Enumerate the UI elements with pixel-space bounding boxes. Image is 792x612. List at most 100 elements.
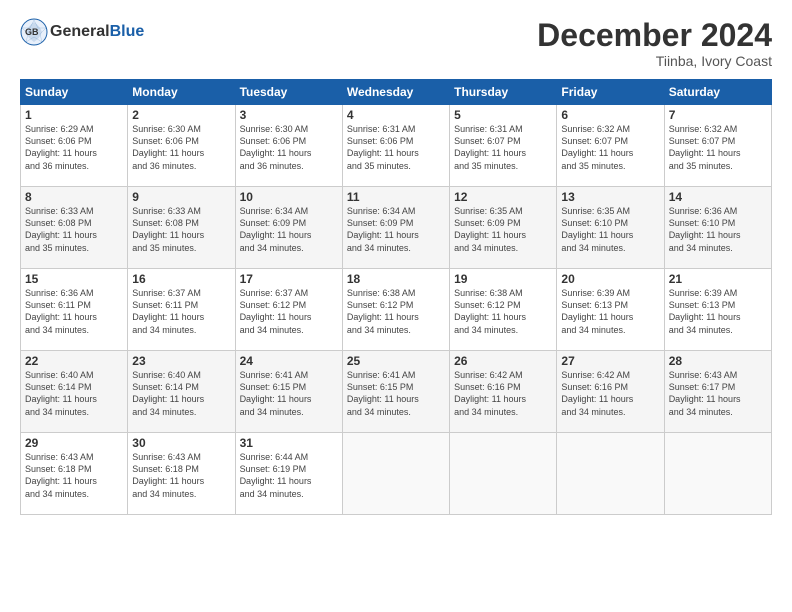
logo-icon: GB: [20, 18, 48, 46]
logo-text: GeneralBlue: [50, 23, 144, 41]
day-number: 25: [347, 354, 445, 368]
calendar-cell: 3Sunrise: 6:30 AM Sunset: 6:06 PM Daylig…: [235, 105, 342, 187]
calendar-cell: [450, 433, 557, 515]
day-detail: Sunrise: 6:30 AM Sunset: 6:06 PM Dayligh…: [240, 123, 338, 172]
day-detail: Sunrise: 6:35 AM Sunset: 6:09 PM Dayligh…: [454, 205, 552, 254]
calendar-cell: 8Sunrise: 6:33 AM Sunset: 6:08 PM Daylig…: [21, 187, 128, 269]
calendar-table: Sunday Monday Tuesday Wednesday Thursday…: [20, 79, 772, 515]
calendar-cell: 25Sunrise: 6:41 AM Sunset: 6:15 PM Dayli…: [342, 351, 449, 433]
day-number: 2: [132, 108, 230, 122]
page: GB GeneralBlue December 2024 Tiinba, Ivo…: [0, 0, 792, 612]
calendar-cell: [557, 433, 664, 515]
logo-blue: Blue: [110, 23, 145, 40]
calendar-cell: 18Sunrise: 6:38 AM Sunset: 6:12 PM Dayli…: [342, 269, 449, 351]
day-number: 1: [25, 108, 123, 122]
calendar-cell: 31Sunrise: 6:44 AM Sunset: 6:19 PM Dayli…: [235, 433, 342, 515]
calendar-cell: 26Sunrise: 6:42 AM Sunset: 6:16 PM Dayli…: [450, 351, 557, 433]
day-detail: Sunrise: 6:43 AM Sunset: 6:18 PM Dayligh…: [132, 451, 230, 500]
day-number: 26: [454, 354, 552, 368]
day-detail: Sunrise: 6:36 AM Sunset: 6:10 PM Dayligh…: [669, 205, 767, 254]
logo-general: General: [50, 23, 110, 40]
col-saturday: Saturday: [664, 80, 771, 105]
calendar-cell: 7Sunrise: 6:32 AM Sunset: 6:07 PM Daylig…: [664, 105, 771, 187]
day-detail: Sunrise: 6:36 AM Sunset: 6:11 PM Dayligh…: [25, 287, 123, 336]
col-monday: Monday: [128, 80, 235, 105]
day-detail: Sunrise: 6:34 AM Sunset: 6:09 PM Dayligh…: [240, 205, 338, 254]
day-detail: Sunrise: 6:40 AM Sunset: 6:14 PM Dayligh…: [132, 369, 230, 418]
day-number: 27: [561, 354, 659, 368]
col-sunday: Sunday: [21, 80, 128, 105]
day-number: 12: [454, 190, 552, 204]
day-detail: Sunrise: 6:41 AM Sunset: 6:15 PM Dayligh…: [240, 369, 338, 418]
day-detail: Sunrise: 6:37 AM Sunset: 6:12 PM Dayligh…: [240, 287, 338, 336]
header: GB GeneralBlue December 2024 Tiinba, Ivo…: [20, 18, 772, 69]
logo: GB GeneralBlue: [20, 18, 144, 46]
calendar-cell: [342, 433, 449, 515]
day-number: 15: [25, 272, 123, 286]
day-number: 6: [561, 108, 659, 122]
col-tuesday: Tuesday: [235, 80, 342, 105]
calendar-cell: 20Sunrise: 6:39 AM Sunset: 6:13 PM Dayli…: [557, 269, 664, 351]
location-subtitle: Tiinba, Ivory Coast: [537, 53, 772, 69]
day-detail: Sunrise: 6:34 AM Sunset: 6:09 PM Dayligh…: [347, 205, 445, 254]
calendar-cell: 15Sunrise: 6:36 AM Sunset: 6:11 PM Dayli…: [21, 269, 128, 351]
day-number: 11: [347, 190, 445, 204]
day-number: 16: [132, 272, 230, 286]
day-detail: Sunrise: 6:43 AM Sunset: 6:17 PM Dayligh…: [669, 369, 767, 418]
calendar-cell: 9Sunrise: 6:33 AM Sunset: 6:08 PM Daylig…: [128, 187, 235, 269]
day-number: 23: [132, 354, 230, 368]
calendar-cell: 11Sunrise: 6:34 AM Sunset: 6:09 PM Dayli…: [342, 187, 449, 269]
day-number: 24: [240, 354, 338, 368]
day-number: 8: [25, 190, 123, 204]
day-detail: Sunrise: 6:32 AM Sunset: 6:07 PM Dayligh…: [561, 123, 659, 172]
day-number: 29: [25, 436, 123, 450]
calendar-header-row: Sunday Monday Tuesday Wednesday Thursday…: [21, 80, 772, 105]
day-number: 13: [561, 190, 659, 204]
day-detail: Sunrise: 6:35 AM Sunset: 6:10 PM Dayligh…: [561, 205, 659, 254]
svg-text:GB: GB: [25, 27, 39, 37]
day-number: 4: [347, 108, 445, 122]
calendar-week-3: 15Sunrise: 6:36 AM Sunset: 6:11 PM Dayli…: [21, 269, 772, 351]
calendar-cell: [664, 433, 771, 515]
month-title: December 2024: [537, 18, 772, 53]
day-detail: Sunrise: 6:41 AM Sunset: 6:15 PM Dayligh…: [347, 369, 445, 418]
day-detail: Sunrise: 6:33 AM Sunset: 6:08 PM Dayligh…: [132, 205, 230, 254]
calendar-cell: 2Sunrise: 6:30 AM Sunset: 6:06 PM Daylig…: [128, 105, 235, 187]
calendar-cell: 6Sunrise: 6:32 AM Sunset: 6:07 PM Daylig…: [557, 105, 664, 187]
day-number: 18: [347, 272, 445, 286]
day-detail: Sunrise: 6:38 AM Sunset: 6:12 PM Dayligh…: [454, 287, 552, 336]
calendar-week-5: 29Sunrise: 6:43 AM Sunset: 6:18 PM Dayli…: [21, 433, 772, 515]
col-thursday: Thursday: [450, 80, 557, 105]
day-detail: Sunrise: 6:43 AM Sunset: 6:18 PM Dayligh…: [25, 451, 123, 500]
calendar-cell: 22Sunrise: 6:40 AM Sunset: 6:14 PM Dayli…: [21, 351, 128, 433]
day-number: 17: [240, 272, 338, 286]
day-number: 19: [454, 272, 552, 286]
calendar-cell: 16Sunrise: 6:37 AM Sunset: 6:11 PM Dayli…: [128, 269, 235, 351]
col-friday: Friday: [557, 80, 664, 105]
day-number: 7: [669, 108, 767, 122]
day-detail: Sunrise: 6:31 AM Sunset: 6:06 PM Dayligh…: [347, 123, 445, 172]
calendar-cell: 4Sunrise: 6:31 AM Sunset: 6:06 PM Daylig…: [342, 105, 449, 187]
day-detail: Sunrise: 6:32 AM Sunset: 6:07 PM Dayligh…: [669, 123, 767, 172]
calendar-cell: 13Sunrise: 6:35 AM Sunset: 6:10 PM Dayli…: [557, 187, 664, 269]
day-detail: Sunrise: 6:44 AM Sunset: 6:19 PM Dayligh…: [240, 451, 338, 500]
title-block: December 2024 Tiinba, Ivory Coast: [537, 18, 772, 69]
calendar-cell: 24Sunrise: 6:41 AM Sunset: 6:15 PM Dayli…: [235, 351, 342, 433]
day-detail: Sunrise: 6:40 AM Sunset: 6:14 PM Dayligh…: [25, 369, 123, 418]
calendar-cell: 10Sunrise: 6:34 AM Sunset: 6:09 PM Dayli…: [235, 187, 342, 269]
day-detail: Sunrise: 6:39 AM Sunset: 6:13 PM Dayligh…: [669, 287, 767, 336]
calendar-cell: 21Sunrise: 6:39 AM Sunset: 6:13 PM Dayli…: [664, 269, 771, 351]
day-detail: Sunrise: 6:38 AM Sunset: 6:12 PM Dayligh…: [347, 287, 445, 336]
col-wednesday: Wednesday: [342, 80, 449, 105]
day-number: 28: [669, 354, 767, 368]
day-number: 3: [240, 108, 338, 122]
calendar-cell: 1Sunrise: 6:29 AM Sunset: 6:06 PM Daylig…: [21, 105, 128, 187]
day-number: 21: [669, 272, 767, 286]
day-number: 14: [669, 190, 767, 204]
calendar-cell: 14Sunrise: 6:36 AM Sunset: 6:10 PM Dayli…: [664, 187, 771, 269]
day-detail: Sunrise: 6:33 AM Sunset: 6:08 PM Dayligh…: [25, 205, 123, 254]
day-detail: Sunrise: 6:42 AM Sunset: 6:16 PM Dayligh…: [561, 369, 659, 418]
day-detail: Sunrise: 6:42 AM Sunset: 6:16 PM Dayligh…: [454, 369, 552, 418]
calendar-cell: 5Sunrise: 6:31 AM Sunset: 6:07 PM Daylig…: [450, 105, 557, 187]
calendar-cell: 19Sunrise: 6:38 AM Sunset: 6:12 PM Dayli…: [450, 269, 557, 351]
